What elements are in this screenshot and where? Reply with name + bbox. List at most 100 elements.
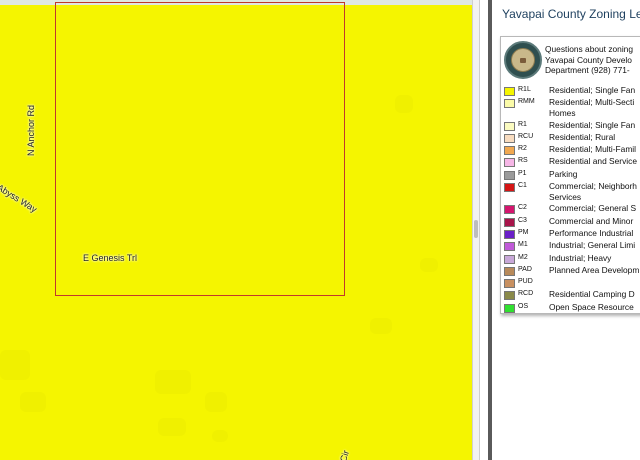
legend-label: Residential; Single Fan [549,120,640,131]
legend-item: PUD [501,277,640,289]
legend-label: Industrial; General Limi [549,240,640,251]
panel-splitter[interactable] [472,0,480,460]
legend-code: RS [518,157,528,165]
legend-swatch [504,87,515,96]
legend-item: M2 Industrial; Heavy [501,253,640,264]
legend-item: RCU Residential; Rural [501,132,640,143]
legend-item: R1L Residential; Single Fan [501,85,640,96]
contact-line: Yavapai County Develo [545,54,632,65]
legend-swatch [504,158,515,168]
legend-box: Questions about zoning Yavapai County De… [500,36,640,314]
legend-item: RCD Residential Camping D [501,289,640,301]
legend-label-line: Residential Camping D [549,289,635,300]
legend-swatch [504,266,515,276]
legend-label-line: Commercial and Minor [549,215,634,226]
legend-label: Residential; Single Fan [549,85,640,96]
legend-code: R1L [518,86,531,93]
terrain-patch [395,95,413,113]
legend-swatch [504,291,515,301]
legend-code: C3 [518,216,527,224]
legend-label-line: Performance Industrial [549,227,634,238]
legend-item: R2 Residential; Multi-Famil [501,144,640,156]
legend-label: Parking [549,169,640,180]
terrain-patch [20,392,46,412]
legend-label: Residential; Multi-Secti Homes [549,97,640,118]
legend-item: P1 Parking [501,169,640,180]
legend-label-line: Industrial; Heavy [549,252,612,263]
contact-line: Department (928) 771- [545,65,630,76]
legend-code: PAD [518,265,532,273]
legend-list: R1L Residential; Single Fan RMM Residential… [501,85,640,314]
county-seal-icon [504,41,542,79]
legend-code: M1 [518,241,528,249]
legend-code: P1 [518,169,527,177]
legend-swatch [504,133,515,143]
legend-swatch [504,99,515,109]
terrain-patch [420,258,438,272]
legend-label-line: Residential; Single Fan [549,119,636,130]
legend-item: R1 Residential; Single Fan [501,120,640,131]
legend-code: R2 [518,145,527,153]
legend-label: Performance Industrial [549,228,640,239]
legend-label-line: Commercial; General S [549,203,637,214]
legend-item: C2 Commercial; General S [501,203,640,215]
legend-code: PM [518,228,529,236]
legend-item: OS Open Space Resource [501,302,640,313]
terrain-patch [0,350,30,380]
legend-label-line: Residential; Multi-Secti [549,97,635,108]
legend-swatch [504,146,515,156]
road-label-abyss: E Abyss Way [0,178,39,215]
legend-label-line: Residential; Multi-Famil [549,144,637,155]
contact-line: Questions about zoning [545,44,633,54]
legend-swatch [504,279,515,289]
legend-label-line: Residential; Rural [549,131,616,142]
legend-item: RS Residential and Service [501,156,640,168]
legend-swatch [504,183,515,193]
terrain-patch [158,418,186,436]
legend-label-line: Industrial; General Limi [549,240,636,251]
legend-swatch [504,229,515,239]
terrain-patch [155,370,191,394]
legend-code: RCD [518,290,534,298]
zoning-map[interactable]: N Anchor Rd E Abyss Way E Genesis Trl Ci… [0,0,472,460]
road-label-anchor: N Anchor Rd [26,104,36,156]
terrain-patch [370,318,392,334]
legend-label-line: Homes [549,107,576,118]
legend-item: PAD Planned Area Developm [501,265,640,276]
legend-code: C1 [518,182,527,190]
legend-label: Commercial and Minor [549,216,640,227]
legend-label: Industrial; Heavy [549,253,640,264]
legend-label: Residential; Multi-Famil [549,144,640,155]
legend-label-line: Services [549,191,582,202]
splitter-grip-icon[interactable] [474,220,478,238]
legend-label-line: Planned Area Developm [549,264,640,275]
legend-swatch [504,121,515,131]
legend-panel: Yavapai County Zoning Le Questions about… [492,0,640,460]
legend-swatch [504,205,515,215]
legend-code: R1 [518,120,527,128]
road-label-genesis: E Genesis Trl [83,253,138,263]
legend-swatch [504,303,515,313]
road-label-cir: Cir [338,449,352,460]
legend-swatch [504,217,515,227]
legend-item: M1 Industrial; General Limi [501,240,640,252]
terrain-patch [212,430,228,442]
legend-swatch [504,242,515,252]
legend-code: C2 [518,204,527,212]
legend-label: Planned Area Developm [549,265,640,276]
legend-label-line: Parking [549,168,578,179]
parcel-boundary[interactable] [55,2,345,296]
legend-code: RCU [518,132,534,140]
legend-label: Residential Camping D [549,289,640,300]
legend-item: PM Performance Industrial [501,228,640,239]
legend-code: RMM [518,98,535,106]
legend-item: C3 Commercial and Minor [501,216,640,227]
legend-title: Yavapai County Zoning Le [502,7,640,21]
legend-swatch [504,170,515,180]
legend-label-line: Residential and Service [549,156,637,167]
legend-label: Commercial; General S [549,203,640,214]
legend-item: RMM Residential; Multi-Secti Homes [501,97,640,118]
legend-label-line: Residential; Single Fan [549,85,636,95]
legend-contact: Questions about zoning Yavapai County De… [545,44,633,76]
legend-code: PUD [518,278,533,286]
